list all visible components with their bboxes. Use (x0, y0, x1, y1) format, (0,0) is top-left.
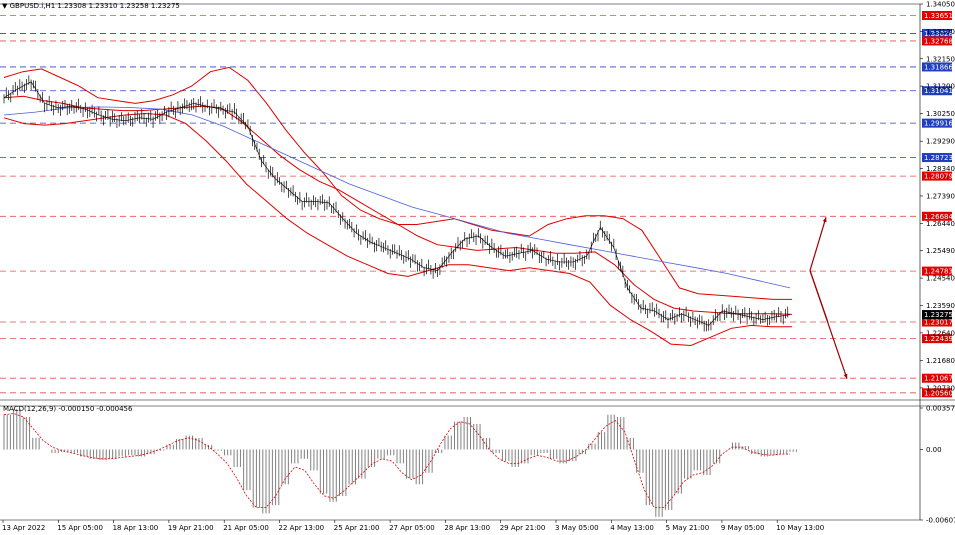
forecast-arrow-up-head (822, 217, 827, 223)
ohlc-values: 1.23308 1.23310 1.23258 1.23275 (57, 2, 180, 10)
macd-tick-label: -0.006072 (926, 517, 955, 525)
bollinger-upper (3, 66, 792, 300)
price-tick-label: 1.30250 (926, 110, 955, 118)
level-label: 1.31866 (924, 63, 953, 71)
time-tick-label: 25 Apr 21:00 (334, 524, 380, 532)
price-tick-label: 1.33100 (926, 28, 955, 36)
level-label: 1.21067 (924, 375, 953, 383)
close-line (3, 81, 791, 326)
time-tick-label: 5 May 21:00 (666, 524, 710, 532)
price-tick-label: 1.34050 (926, 1, 955, 9)
time-tick-label: 15 Apr 05:00 (57, 524, 103, 532)
time-tick-label: 28 Apr 13:00 (444, 524, 490, 532)
forecast-arrow-down (809, 270, 848, 379)
level-label: 1.33651 (924, 12, 953, 20)
time-tick-label: 19 Apr 21:00 (168, 524, 214, 532)
price-tick-label: 1.22640 (926, 329, 955, 337)
price-tick-label: 1.29290 (926, 138, 955, 146)
macd-tick-label: 0.003575 (926, 405, 955, 413)
time-tick-label: 10 May 13:00 (776, 524, 824, 532)
level-label: 1.32768 (924, 37, 953, 45)
price-series (3, 66, 793, 347)
time-tick-label: 13 Apr 2022 (2, 524, 45, 532)
bollinger-lower (3, 112, 792, 347)
price-tick-label: 1.32150 (926, 55, 955, 63)
price-tick-label: 1.26440 (926, 220, 955, 228)
price-tick-label: 1.24540 (926, 275, 955, 283)
horizontal-levels: 1.336511.330281.327681.318661.310411.299… (0, 3, 955, 521)
time-tick-label: 21 Apr 05:00 (223, 524, 269, 532)
price-tick-label: 1.25490 (926, 247, 955, 255)
current-price-label: 1.23275 (924, 311, 953, 319)
macd-panel: 0.003575 0.00 -0.006072 (3, 405, 955, 525)
bollinger-middle (3, 95, 793, 315)
macd-tick-label: 0.00 (926, 446, 942, 454)
time-tick-label: 18 Apr 13:00 (113, 524, 159, 532)
time-tick-label: 4 May 13:00 (610, 524, 654, 532)
price-tick-label: 1.20730 (926, 384, 955, 392)
level-label: 1.23017 (924, 318, 953, 326)
price-tick-label: 1.21680 (926, 357, 955, 365)
price-tick-label: 1.28340 (926, 165, 955, 173)
forecast-arrow-up (809, 217, 827, 271)
time-tick-label: 3 May 05:00 (555, 524, 599, 532)
price-tick-label: 1.27390 (926, 192, 955, 200)
price-axis: 1.34050 1.33100 1.32150 1.31200 1.30250 1.292… (920, 1, 955, 392)
price-tick-label: 1.31200 (926, 83, 955, 91)
time-tick-label: 29 Apr 21:00 (500, 524, 546, 532)
price-chart[interactable]: 1.336511.330281.327681.318661.310411.299… (0, 0, 955, 535)
time-tick-label: 9 May 05:00 (721, 524, 765, 532)
time-axis: 13 Apr 2022 15 Apr 05:00 18 Apr 13:00 19 Ap… (2, 520, 824, 532)
level-label: 1.28723 (924, 154, 953, 162)
macd-header: MACD(12,26,9) -0.000150 -0.000456 (3, 405, 132, 413)
time-tick-label: 22 Apr 13:00 (279, 524, 325, 532)
collapse-icon[interactable]: ▼ (2, 2, 7, 10)
moving-average (3, 106, 791, 289)
level-label: 1.29916 (924, 120, 953, 128)
macd-label: MACD(12,26,9) -0.000150 -0.000456 (3, 405, 133, 413)
symbol-label: GBPUSD.i,H1 (9, 2, 56, 10)
forecast-arrows (809, 217, 848, 379)
price-tick-label: 1.23590 (926, 302, 955, 310)
symbol-header: ▼ GBPUSD.i,H1 1.23308 1.23310 1.23258 1.… (2, 2, 180, 10)
level-label: 1.28079 (924, 173, 953, 181)
time-tick-label: 27 Apr 05:00 (389, 524, 435, 532)
